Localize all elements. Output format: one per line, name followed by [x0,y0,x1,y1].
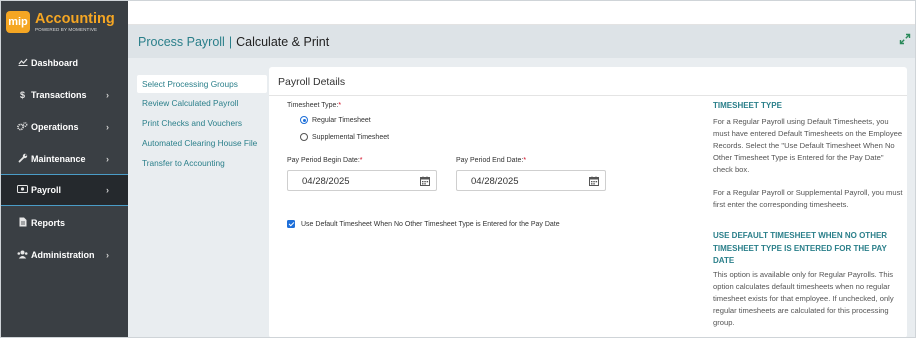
cogs-icon [17,121,28,133]
sidebar-item-dashboard[interactable]: Dashboard [0,47,128,79]
breadcrumb-link-process-payroll[interactable]: Process Payroll [138,35,225,49]
sidebar: mip Accounting POWERED BY MOMENTIVE Dash… [0,0,128,338]
checkbox-label: Use Default Timesheet When No Other Time… [301,220,560,228]
chevron-right-icon: › [106,122,109,132]
sidebar-item-label: Reports [31,218,66,228]
sidebar-item-maintenance[interactable]: Maintenance › [0,143,128,175]
sidebar-item-label: Administration [31,250,95,260]
timesheet-type-label: Timesheet Type:* [287,102,342,109]
breadcrumb: Process Payroll | Calculate & Print [138,35,329,49]
sidebar-item-reports[interactable]: Reports [0,207,128,239]
chart-line-icon [17,58,28,68]
subnav-item-transfer-to-accounting[interactable]: Transfer to Accounting [137,154,267,172]
use-default-timesheet-checkbox[interactable] [287,220,295,228]
radio-regular-timesheet[interactable]: Regular Timesheet [300,116,371,124]
required-mark: * [359,157,363,164]
top-bar [128,0,916,25]
sidebar-item-transactions[interactable]: $ Transactions › [0,79,128,111]
chevron-right-icon: › [106,154,109,164]
pay-period-end-date-input[interactable]: 04/28/2025 [456,170,606,191]
subnav-item-select-processing-groups[interactable]: Select Processing Groups [137,75,267,93]
help-heading-use-default-timesheet: USE DEFAULT TIMESHEET WHEN NO OTHER TIME… [713,231,888,265]
breadcrumb-separator: | [228,35,233,49]
end-date-label: Pay Period End Date:* [456,157,527,164]
calendar-icon[interactable] [589,176,599,186]
sidebar-item-label: Maintenance [31,154,86,164]
subnav-item-review-calculated-payroll[interactable]: Review Calculated Payroll [137,94,267,112]
logo-title: Accounting [35,10,115,27]
begin-date-value: 04/28/2025 [302,176,350,187]
panel-title: Payroll Details [278,76,346,88]
divider [269,95,907,96]
chevron-right-icon: › [106,90,109,100]
help-paragraph: For a Regular Payroll or Supplemental Pa… [713,188,903,209]
end-date-value: 04/28/2025 [471,176,519,187]
dollar-icon: $ [19,90,25,100]
sidebar-item-administration[interactable]: Administration › [0,239,128,271]
logo-badge: mip [6,11,30,33]
users-icon [17,250,28,261]
radio-button[interactable] [300,133,308,141]
chevron-right-icon: › [106,185,109,195]
use-default-timesheet-option[interactable]: Use Default Timesheet When No Other Time… [287,220,560,228]
radio-button-checked[interactable] [300,116,308,124]
radio-label: Supplemental Timesheet [312,133,390,141]
calendar-icon[interactable] [420,176,430,186]
subnav-item-automated-clearing-house-file[interactable]: Automated Clearing House File [137,134,267,152]
page-header: Process Payroll | Calculate & Print [128,25,916,58]
subnav-item-print-checks-and-vouchers[interactable]: Print Checks and Vouchers [137,114,267,132]
required-mark: * [523,157,527,164]
wrench-icon [17,153,28,165]
sidebar-item-label: Operations [31,122,79,132]
logo-subtitle: POWERED BY MOMENTIVE [35,26,98,32]
file-icon [17,217,28,229]
money-icon [17,185,28,195]
sidebar-item-operations[interactable]: Operations › [0,111,128,143]
help-heading-timesheet-type: TIMESHEET TYPE [713,101,782,110]
pay-period-begin-date-input[interactable]: 04/28/2025 [287,170,437,191]
help-paragraph: For a Regular Payroll using Default Time… [713,117,903,174]
radio-label: Regular Timesheet [312,116,371,124]
expand-icon[interactable] [899,33,911,45]
chevron-right-icon: › [106,250,109,260]
sidebar-item-label: Payroll [31,185,62,195]
app-logo[interactable]: mip Accounting POWERED BY MOMENTIVE [6,7,122,37]
sidebar-item-payroll[interactable]: Payroll › [0,174,128,206]
sidebar-item-label: Dashboard [31,58,79,68]
begin-date-label: Pay Period Begin Date:* [287,157,363,164]
help-paragraph: This option is available only for Regula… [713,270,894,327]
page-title: Calculate & Print [236,35,330,49]
radio-supplemental-timesheet[interactable]: Supplemental Timesheet [300,133,389,141]
required-mark: * [338,102,342,109]
sidebar-item-label: Transactions [31,90,87,100]
